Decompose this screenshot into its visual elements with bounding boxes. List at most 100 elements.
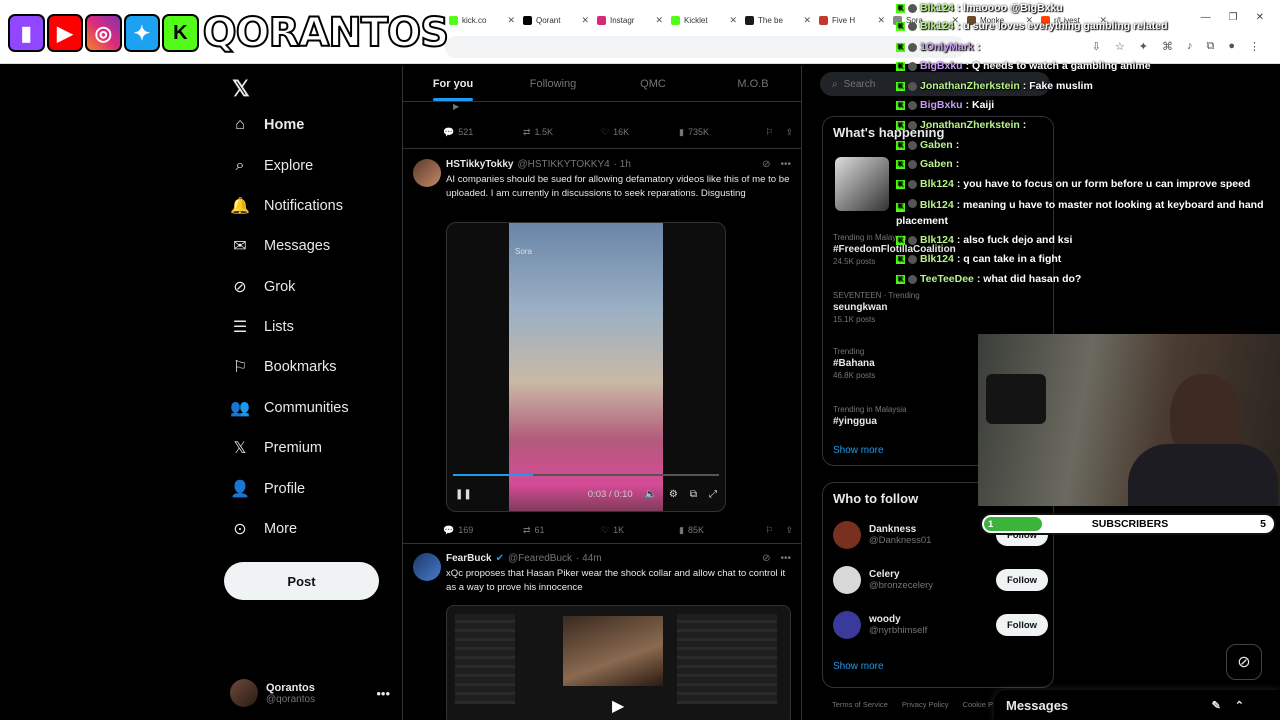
chat-text: : xyxy=(1022,119,1027,131)
avatar[interactable] xyxy=(833,611,861,639)
sidebar-item-communities[interactable]: 👥 Communities xyxy=(230,393,349,423)
footer-link[interactable]: Cookie P xyxy=(963,700,993,709)
sidebar-item-messages[interactable]: ✉ Messages xyxy=(230,231,330,261)
close-tab-icon[interactable]: ✕ xyxy=(803,15,811,26)
sidebar-item-more[interactable]: ⊙ More xyxy=(230,514,297,544)
close-tab-icon[interactable]: ✕ xyxy=(581,15,589,26)
reply-button[interactable]: 💬 169 xyxy=(443,525,523,536)
sidebar-item-explore[interactable]: ⌕ Explore xyxy=(230,151,314,181)
grok-icon[interactable]: ⊘ xyxy=(762,159,770,170)
sidebar-item-notifications[interactable]: 🔔 Notifications xyxy=(230,191,343,221)
follow-button[interactable]: Follow xyxy=(996,569,1048,591)
tweet-header: HSTikkyTokky @HSTIKKYTOKKY4 · 1h xyxy=(446,159,631,170)
video-player[interactable]: Sora ❚❚ 0:03 / 0:10 🔈 ⚙ ⧉ ⤢ xyxy=(446,222,726,512)
avatar[interactable] xyxy=(833,521,861,549)
play-icon[interactable]: ▶ xyxy=(612,696,624,716)
grok-fab-icon[interactable]: ⊘ xyxy=(1226,644,1262,680)
reply-button[interactable]: 💬 521 xyxy=(443,127,523,138)
messages-drawer[interactable]: Messages ✎ ⌃ xyxy=(994,690,1280,720)
browser-tab[interactable]: Kicklet ✕ xyxy=(667,8,741,32)
author-handle[interactable]: @HSTIKKYTOKKY4 xyxy=(517,159,609,170)
tweet[interactable]: HSTikkyTokky @HSTIKKYTOKKY4 · 1h ⊘ ••• A… xyxy=(403,149,801,544)
tweet-time[interactable]: · 44m xyxy=(576,553,602,564)
sidebar-item-grok[interactable]: ⊘ Grok xyxy=(230,272,295,302)
close-tab-icon[interactable]: ✕ xyxy=(655,15,663,26)
sidebar-item-label: Communities xyxy=(264,400,349,416)
browser-tab[interactable]: kick.co ✕ xyxy=(445,8,519,32)
share-icon[interactable]: ⇪ xyxy=(785,525,793,536)
view-count: 735K xyxy=(687,127,709,137)
pip-icon[interactable]: ⧉ xyxy=(690,489,697,500)
sidebar-item-bookmarks[interactable]: ⚐ Bookmarks xyxy=(230,352,337,382)
user-badge-icon xyxy=(908,179,917,189)
tab-for-you[interactable]: For you xyxy=(403,66,503,101)
repost-button[interactable]: ⇄ 61 xyxy=(523,525,601,536)
views-button[interactable]: ▮ 85K xyxy=(679,525,759,536)
avatar[interactable] xyxy=(413,553,441,581)
like-button[interactable]: ♡ 1K xyxy=(601,525,679,536)
play-icon[interactable]: ▶ xyxy=(453,102,459,111)
trend-image[interactable] xyxy=(835,157,889,211)
avatar[interactable] xyxy=(413,159,441,187)
x-logo-icon[interactable]: 𝕏 xyxy=(232,76,250,102)
post-button[interactable]: Post xyxy=(224,562,379,600)
browser-tab[interactable]: Qorant ✕ xyxy=(519,8,593,32)
volume-icon[interactable]: 🔈 xyxy=(644,489,656,500)
browser-tab[interactable]: The be ✕ xyxy=(741,8,815,32)
browser-tab-label: The be xyxy=(758,15,783,25)
author-handle[interactable]: @FearedBuck xyxy=(508,553,572,564)
address-bar[interactable] xyxy=(445,36,965,58)
chat-username: Blk124 xyxy=(920,20,954,32)
browser-tab[interactable]: Instagr ✕ xyxy=(593,8,667,32)
more-dots-icon[interactable]: ••• xyxy=(780,553,791,564)
pause-icon[interactable]: ❚❚ xyxy=(455,489,472,500)
show-more-link[interactable]: Show more xyxy=(833,661,884,672)
bookmark-icon[interactable]: ⚐ xyxy=(765,127,773,138)
bookmark-icon[interactable]: ⚐ xyxy=(765,525,773,536)
sidebar-item-lists[interactable]: ☰ Lists xyxy=(230,312,294,342)
embed-panel xyxy=(677,614,777,704)
views-button[interactable]: ▮ 735K xyxy=(679,127,759,138)
repost-button[interactable]: ⇄ 1.5K xyxy=(523,127,601,138)
browser-tab[interactable]: Five H ✕ xyxy=(815,8,889,32)
sidebar-item-profile[interactable]: 👤 Profile xyxy=(230,474,305,504)
more-dots-icon[interactable]: ••• xyxy=(780,159,791,170)
tab-following[interactable]: Following xyxy=(503,66,603,101)
show-more-link[interactable]: Show more xyxy=(833,445,884,456)
video-progress[interactable] xyxy=(453,474,719,476)
tweet[interactable]: FearBuck ✔ @FearedBuck · 44m ⊘ ••• xQc p… xyxy=(403,545,801,720)
sidebar-item-label: Grok xyxy=(264,279,296,295)
user-badge-icon xyxy=(908,100,917,110)
tab-qmc[interactable]: QMC xyxy=(603,66,703,101)
close-tab-icon[interactable]: ✕ xyxy=(877,15,885,26)
follow-button[interactable]: Follow xyxy=(996,614,1048,636)
follow-suggestion[interactable]: Celery @bronzecelery Follow xyxy=(833,562,1048,598)
section-title: Who to follow xyxy=(833,491,919,506)
account-switcher[interactable]: Qorantos @qorantos ••• xyxy=(230,676,390,710)
close-tab-icon[interactable]: ✕ xyxy=(729,15,737,26)
author-name[interactable]: FearBuck xyxy=(446,553,492,564)
fullscreen-icon[interactable]: ⤢ xyxy=(709,489,717,500)
share-icon[interactable]: ⇪ xyxy=(785,127,793,138)
expand-icon[interactable]: ⌃ xyxy=(1235,699,1244,712)
embedded-video[interactable]: ▶ xyxy=(446,605,791,720)
follow-suggestion[interactable]: woody @nyrbhimself Follow xyxy=(833,607,1048,643)
suggestion-name: Celery xyxy=(869,569,900,580)
tweet-top-icons: ⊘ ••• xyxy=(762,553,791,564)
tweet-time[interactable]: · 1h xyxy=(614,159,631,170)
footer-link[interactable]: Terms of Service xyxy=(832,700,888,709)
more-dots-icon[interactable]: ••• xyxy=(376,686,390,701)
sidebar-item-home[interactable]: ⌂ Home xyxy=(230,110,304,140)
footer-link[interactable]: Privacy Policy xyxy=(902,700,949,709)
avatar[interactable] xyxy=(833,566,861,594)
settings-icon[interactable]: ⚙ xyxy=(669,489,678,500)
author-name[interactable]: HSTikkyTokky xyxy=(446,159,513,170)
grok-icon[interactable]: ⊘ xyxy=(762,553,770,564)
bookmark-icon: ⚐ xyxy=(232,359,248,376)
tab-m-o-b[interactable]: M.O.B xyxy=(703,66,801,101)
like-button[interactable]: ♡ 16K xyxy=(601,127,679,138)
embed-sidebar xyxy=(455,614,515,704)
sidebar-item-premium[interactable]: 𝕏 Premium xyxy=(230,433,322,463)
compose-message-icon[interactable]: ✎ xyxy=(1212,699,1221,712)
close-tab-icon[interactable]: ✕ xyxy=(507,15,515,26)
